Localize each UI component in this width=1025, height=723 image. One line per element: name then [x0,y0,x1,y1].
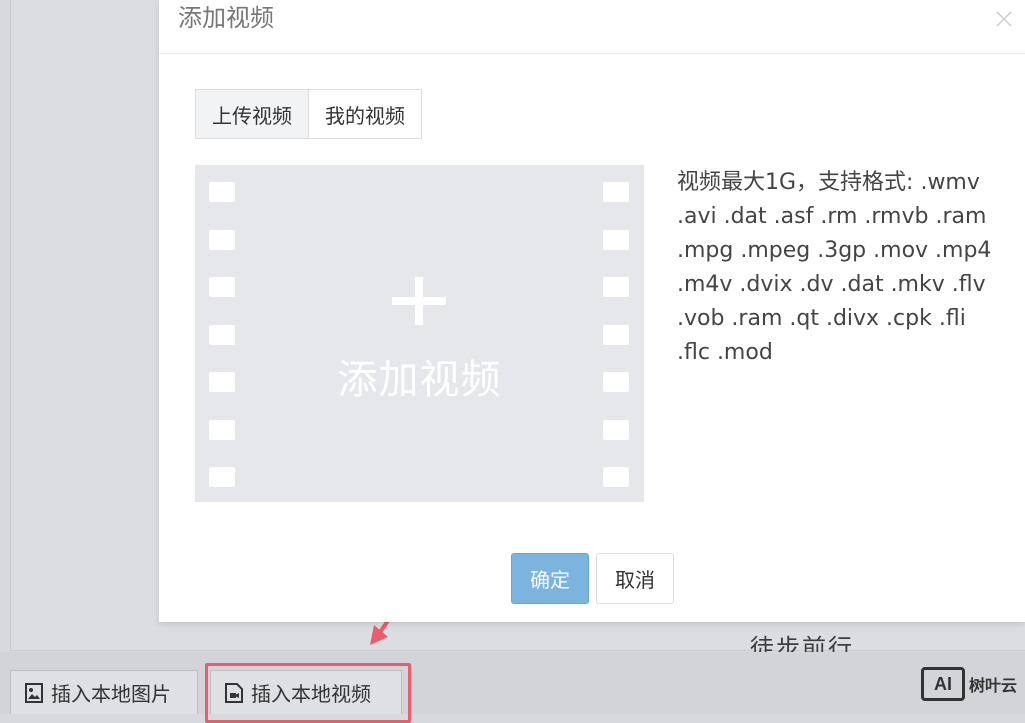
film-perforation [603,182,629,202]
highlight-box [205,663,411,723]
upload-label: 添加视频 [337,357,502,403]
watermark-text: 树叶云 [969,676,1018,695]
add-video-dialog: 添加视频 上传视频 我的视频 添加视频 视频最大1G，支持格式: .wmv .a… [159,0,1025,622]
insert-image-button[interactable]: 插入本地图片 [10,670,198,714]
editor-text: 徒步前行 [750,634,854,653]
film-perforation [603,277,629,297]
tab-upload-video[interactable]: 上传视频 [195,89,309,139]
plus-icon [392,277,446,325]
film-perforation [209,277,235,297]
video-upload-dropzone[interactable]: 添加视频 [195,165,644,502]
film-perforation [209,467,235,487]
close-icon[interactable] [995,10,1013,28]
film-perforation [209,325,235,345]
format-line: .avi .dat .asf .rm .rmvb .ram [677,204,987,229]
film-perforation [209,230,235,250]
film-perforation [603,230,629,250]
format-line: .m4v .dvix .dv .dat .mkv .flv [677,272,986,297]
format-line: .flc .mod [677,340,773,365]
film-perforation [209,420,235,440]
format-line: .vob .ram .qt .divx .cpk .fli [677,306,966,331]
dialog-title: 添加视频 [178,4,274,32]
film-perforation [603,420,629,440]
confirm-button[interactable]: 确定 [511,553,589,604]
image-icon [25,682,43,703]
film-perforation [209,182,235,202]
watermark-logo: AI [921,667,965,701]
format-line: 视频最大1G，支持格式: .wmv [677,170,980,195]
film-perforation [603,325,629,345]
watermark: AI 树叶云 [921,667,1017,701]
video-source-tabs: 上传视频 我的视频 [195,89,422,139]
insert-image-label: 插入本地图片 [51,682,171,706]
dialog-header: 添加视频 [159,0,1025,54]
format-line: .mpg .mpeg .3gp .mov .mp4 [677,238,992,263]
tab-my-videos[interactable]: 我的视频 [309,89,422,139]
film-perforation [603,467,629,487]
cancel-button[interactable]: 取消 [596,553,674,604]
supported-formats-info: 视频最大1G，支持格式: .wmv .avi .dat .asf .rm .rm… [677,166,1007,370]
